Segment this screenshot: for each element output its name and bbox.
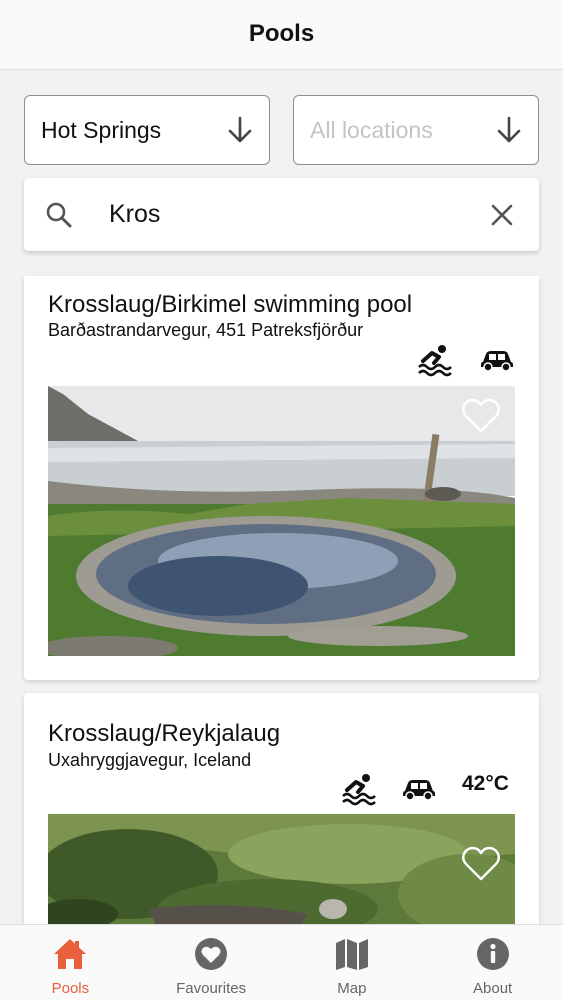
tab-pools[interactable]: Pools bbox=[0, 925, 141, 1000]
swimming-icon bbox=[417, 343, 453, 377]
tab-label: Favourites bbox=[176, 980, 247, 997]
arrow-down-icon bbox=[227, 116, 253, 144]
arrow-down-icon bbox=[496, 116, 522, 144]
type-dropdown[interactable]: Hot Springs bbox=[24, 95, 270, 165]
pool-photo[interactable] bbox=[48, 386, 515, 656]
pool-card[interactable]: Krosslaug/Birkimel swimming pool Barðast… bbox=[24, 276, 539, 680]
info-icon bbox=[475, 936, 511, 972]
home-icon bbox=[52, 936, 88, 972]
tab-label: About bbox=[473, 980, 513, 997]
water-temperature: 42°C bbox=[462, 772, 509, 795]
pool-address: Barðastrandarvegur, 451 Patreksfjörður bbox=[48, 320, 364, 340]
tab-about[interactable]: About bbox=[422, 925, 563, 1000]
page-title: Pools bbox=[248, 19, 315, 47]
heart-icon bbox=[193, 936, 229, 972]
search-input[interactable] bbox=[109, 194, 487, 235]
pool-name: Krosslaug/Birkimel swimming pool bbox=[48, 291, 413, 318]
tab-bar: Pools Favourites Map About bbox=[0, 924, 563, 1000]
search-bar bbox=[24, 178, 539, 251]
swimming-icon bbox=[341, 772, 377, 806]
close-icon[interactable] bbox=[487, 200, 517, 230]
navigation-bar: Pools bbox=[0, 0, 563, 70]
map-icon bbox=[334, 936, 370, 972]
tab-label: Pools bbox=[51, 980, 90, 997]
car-icon bbox=[479, 348, 515, 372]
type-dropdown-value: Hot Springs bbox=[41, 116, 162, 143]
favourite-heart-icon[interactable] bbox=[461, 846, 501, 882]
tab-map[interactable]: Map bbox=[282, 925, 423, 1000]
favourite-heart-icon[interactable] bbox=[461, 398, 501, 434]
pool-name: Krosslaug/Reykjalaug bbox=[48, 720, 281, 747]
pool-address: Uxahryggjavegur, Iceland bbox=[48, 750, 252, 770]
location-dropdown[interactable]: All locations bbox=[293, 95, 539, 165]
search-icon[interactable] bbox=[44, 200, 74, 230]
tab-label: Map bbox=[337, 980, 367, 997]
location-dropdown-placeholder: All locations bbox=[310, 116, 433, 143]
car-icon bbox=[401, 777, 437, 801]
tab-favourites[interactable]: Favourites bbox=[141, 925, 282, 1000]
